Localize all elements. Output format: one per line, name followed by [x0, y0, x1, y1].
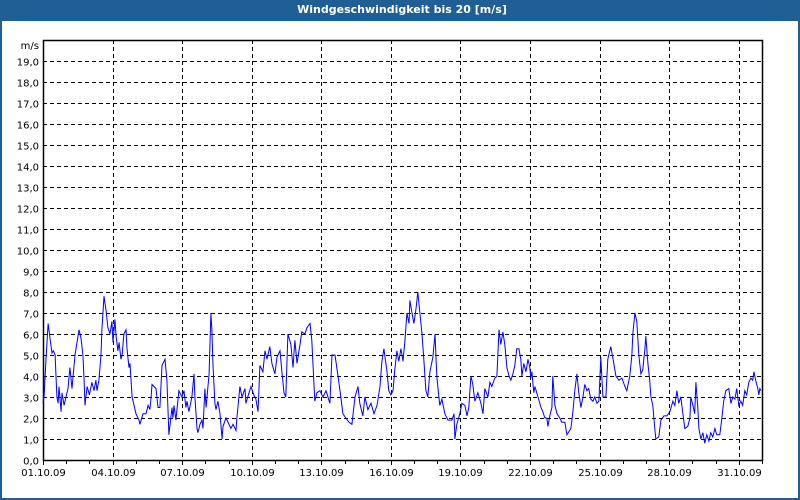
x-tick-label: 04.10.09 — [91, 468, 136, 479]
x-tick-label: 22.10.09 — [508, 468, 553, 479]
x-tick-labels: 01.10.09 04.10.09 07.10.09 10.10.09 13.10.09… — [21, 468, 762, 479]
x-tick-label: 31.10.09 — [717, 468, 762, 479]
chart-window: Windgeschwindigkeit bis 20 [m/s] 0,0 1,0 2… — [0, 0, 800, 500]
y-tick-label: 8,0 — [23, 289, 39, 300]
y-tick-label: 15,0 — [17, 142, 39, 153]
y-tick-label: 5,0 — [23, 352, 39, 363]
x-tick-label: 19.10.09 — [438, 468, 483, 479]
y-tick-label: 11,0 — [17, 226, 39, 237]
y-axis-unit: m/s — [21, 41, 39, 52]
y-tick-label: 4,0 — [23, 373, 39, 384]
y-tick-labels: 0,0 1,0 2,0 3,0 4,0 5,0 6,0 7,0 8,0 9,0 10,0 11,0 12… — [17, 58, 39, 468]
y-tick-label: 12,0 — [17, 205, 39, 216]
y-tick-label: 3,0 — [23, 394, 39, 405]
wind-speed-chart: 0,0 1,0 2,0 3,0 4,0 5,0 6,0 7,0 8,0 9,0 10,0 11,0 12… — [17, 39, 764, 479]
x-tick-label: 28.10.09 — [647, 468, 692, 479]
x-tick-label: 10.10.09 — [230, 468, 275, 479]
y-tick-label: 9,0 — [23, 268, 39, 279]
y-tick-label: 14,0 — [17, 163, 39, 174]
y-tick-label: 2,0 — [23, 415, 39, 426]
series-line-wind-speed — [42, 291, 762, 444]
y-tick-label: 16,0 — [17, 121, 39, 132]
x-tick-label: 13.10.09 — [299, 468, 344, 479]
y-tick-label: 10,0 — [17, 247, 39, 258]
x-tick-label: 16.10.09 — [369, 468, 414, 479]
y-tick-label: 6,0 — [23, 331, 39, 342]
y-tick-label: 18,0 — [17, 79, 39, 90]
axes — [42, 39, 764, 465]
y-tick-label: 13,0 — [17, 184, 39, 195]
x-tick-label: 25.10.09 — [578, 468, 623, 479]
y-tick-label: 0,0 — [23, 457, 39, 468]
x-tick-label: 01.10.09 — [21, 468, 66, 479]
y-tick-label: 1,0 — [23, 436, 39, 447]
x-tick-label: 07.10.09 — [160, 468, 205, 479]
y-tick-label: 19,0 — [17, 58, 39, 69]
y-tick-label: 17,0 — [17, 100, 39, 111]
y-tick-label: 7,0 — [23, 310, 39, 321]
